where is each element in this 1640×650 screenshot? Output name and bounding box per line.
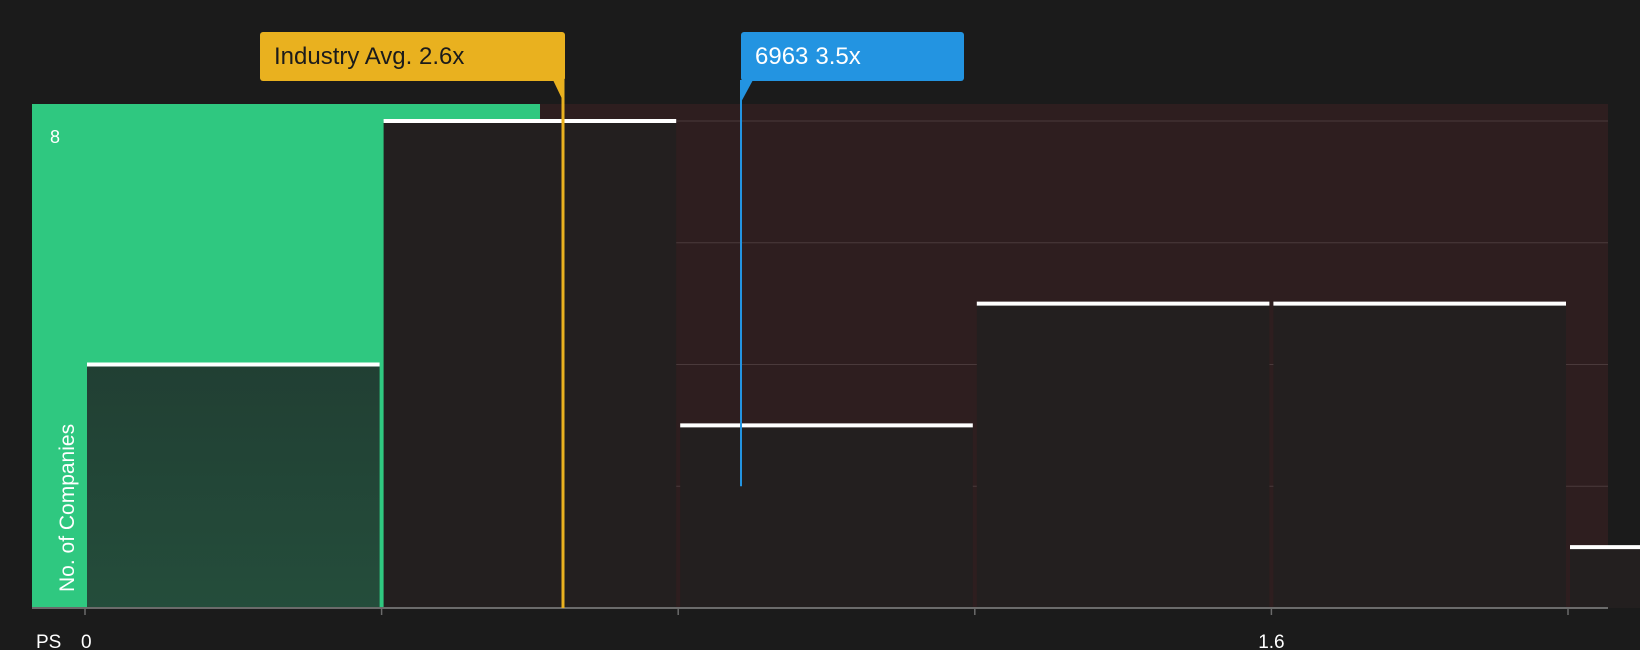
histogram-bar xyxy=(680,425,973,608)
y-axis-label: No. of Companies xyxy=(56,423,79,592)
bar-cap xyxy=(383,119,677,123)
histogram-bar xyxy=(383,121,677,608)
industry-average-label: Industry Avg. 2.6x xyxy=(274,43,465,70)
company-ticker: 6963 xyxy=(755,43,809,70)
ps-ratio-chart: 01.63.24.86.48+PS8 Industry Avg. 2.6x 69… xyxy=(0,0,1640,650)
histogram-bar xyxy=(87,364,380,608)
company-callout: 6963 3.5x xyxy=(741,32,964,81)
histogram-bar xyxy=(1570,547,1640,608)
histogram-bar xyxy=(976,303,1270,608)
bar-cap xyxy=(976,301,1270,306)
x-tick-label: 0 xyxy=(81,632,92,650)
company-ps-value: 3.5x xyxy=(815,43,861,70)
bar-cap xyxy=(87,362,380,367)
industry-pointer xyxy=(553,80,565,104)
chart-canvas: 01.63.24.86.48+PS8 xyxy=(32,80,1640,650)
bar-cap xyxy=(680,423,973,428)
x-axis-label: PS xyxy=(36,632,61,650)
x-tick-label: 1.6 xyxy=(1258,632,1284,650)
bar-cap xyxy=(1570,545,1640,550)
y-tick-label: 8 xyxy=(50,127,60,147)
industry-average-callout: Industry Avg. 2.6x xyxy=(260,32,565,81)
histogram-bar xyxy=(1273,303,1566,608)
bar-cap xyxy=(1273,301,1566,306)
